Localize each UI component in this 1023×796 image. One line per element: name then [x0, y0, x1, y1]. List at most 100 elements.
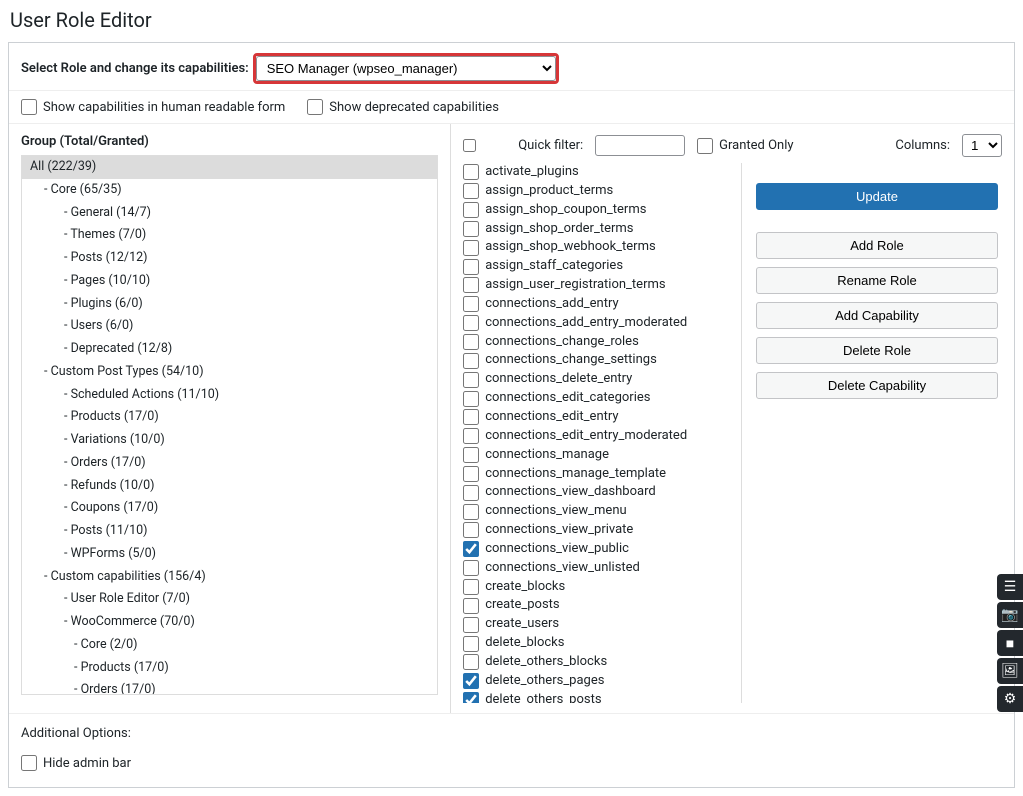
tree-item[interactable]: Users (6/0) — [22, 315, 437, 338]
tree-item[interactable]: Core (2/0) — [22, 634, 437, 657]
tree-item[interactable]: Orders (17/0) — [22, 452, 437, 475]
capability-checkbox[interactable] — [463, 447, 479, 463]
capability-item: assign_staff_categories — [463, 257, 735, 276]
tree-item[interactable]: Plugins (6/0) — [22, 293, 437, 316]
capability-checkbox[interactable] — [463, 504, 479, 520]
capability-item: connections_view_unlisted — [463, 559, 735, 578]
capability-checkbox[interactable] — [463, 353, 479, 369]
group-tree[interactable]: All (222/39)Core (65/35)General (14/7)Th… — [21, 155, 438, 695]
capability-label: assign_staff_categories — [485, 257, 623, 276]
deprecated-checkbox[interactable] — [307, 99, 323, 115]
capability-checkbox[interactable] — [463, 409, 479, 425]
tree-item[interactable]: General (14/7) — [22, 202, 437, 225]
role-select-row: Select Role and change its capabilities:… — [9, 43, 1014, 91]
tree-item[interactable]: Refunds (10/0) — [22, 475, 437, 498]
capability-checkbox[interactable] — [463, 522, 479, 538]
tree-item[interactable]: Variations (10/0) — [22, 429, 437, 452]
capability-checkbox[interactable] — [463, 485, 479, 501]
capability-checkbox[interactable] — [463, 183, 479, 199]
capability-checkbox[interactable] — [463, 654, 479, 670]
capability-item: connections_delete_entry — [463, 370, 735, 389]
capability-checkbox[interactable] — [463, 296, 479, 312]
capability-checkbox[interactable] — [463, 428, 479, 444]
capability-checkbox[interactable] — [463, 579, 479, 595]
capability-checkbox[interactable] — [463, 259, 479, 275]
groups-column: Group (Total/Granted) All (222/39)Core (… — [9, 124, 451, 713]
rename-role-button[interactable]: Rename Role — [756, 267, 998, 294]
capability-checkbox[interactable] — [463, 673, 479, 689]
tree-item[interactable]: Posts (11/10) — [22, 520, 437, 543]
human-readable-option[interactable]: Show capabilities in human readable form — [21, 99, 285, 115]
tree-item[interactable]: Themes (7/0) — [22, 224, 437, 247]
caps-actions-row: activate_pluginsassign_product_termsassi… — [463, 163, 1002, 703]
capability-checkbox[interactable] — [463, 315, 479, 331]
hide-admin-bar-option[interactable]: Hide admin bar — [21, 755, 131, 771]
capability-item: connections_edit_entry — [463, 408, 735, 427]
capability-checkbox[interactable] — [463, 560, 479, 576]
role-select-label: Select Role and change its capabilities: — [21, 61, 249, 76]
capability-checkbox[interactable] — [463, 277, 479, 293]
main-content: Group (Total/Granted) All (222/39)Core (… — [9, 124, 1014, 713]
deprecated-option[interactable]: Show deprecated capabilities — [307, 99, 499, 115]
tool-camera-icon[interactable]: 📷 — [997, 602, 1023, 628]
capability-checkbox[interactable] — [463, 240, 479, 256]
delete-capability-button[interactable]: Delete Capability — [756, 372, 998, 399]
capability-checkbox[interactable] — [463, 202, 479, 218]
capability-checkbox[interactable] — [463, 636, 479, 652]
update-button[interactable]: Update — [756, 183, 998, 210]
tree-item[interactable]: Coupons (17/0) — [22, 497, 437, 520]
capability-item: delete_others_pages — [463, 672, 735, 691]
delete-role-button[interactable]: Delete Role — [756, 337, 998, 364]
role-select-highlight: SEO Manager (wpseo_manager) — [253, 53, 559, 84]
tree-item[interactable]: Products (17/0) — [22, 657, 437, 680]
capability-checkbox[interactable] — [463, 466, 479, 482]
tree-item[interactable]: WooCommerce (70/0) — [22, 611, 437, 634]
capabilities-list[interactable]: activate_pluginsassign_product_termsassi… — [463, 163, 742, 703]
columns-select[interactable]: 1 — [962, 134, 1002, 157]
hide-admin-bar-checkbox[interactable] — [21, 755, 37, 771]
tree-item[interactable]: Custom capabilities (156/4) — [22, 566, 437, 589]
tool-video-icon[interactable]: ■ — [997, 630, 1023, 656]
tree-item[interactable]: Orders (17/0) — [22, 679, 437, 695]
human-readable-checkbox[interactable] — [21, 99, 37, 115]
capability-label: connections_manage_template — [485, 465, 666, 484]
capability-label: assign_product_terms — [485, 182, 613, 201]
tool-gear-icon[interactable]: ⚙ — [997, 686, 1023, 712]
capability-checkbox[interactable] — [463, 164, 479, 180]
granted-only-checkbox[interactable] — [697, 138, 713, 154]
tree-item[interactable]: Pages (10/10) — [22, 270, 437, 293]
tree-item[interactable]: Scheduled Actions (11/10) — [22, 384, 437, 407]
tree-item[interactable]: Products (17/0) — [22, 406, 437, 429]
tool-menu-icon[interactable]: ☰ — [997, 574, 1023, 600]
role-select[interactable]: SEO Manager (wpseo_manager) — [256, 56, 556, 81]
capability-checkbox[interactable] — [463, 372, 479, 388]
capability-checkbox[interactable] — [463, 391, 479, 407]
capability-item: connections_add_entry — [463, 295, 735, 314]
capability-label: create_posts — [485, 596, 559, 615]
additional-options: Additional Options: Hide admin bar — [9, 713, 1014, 787]
capability-item: connections_view_dashboard — [463, 483, 735, 502]
capability-checkbox[interactable] — [463, 692, 479, 703]
tree-item[interactable]: All (222/39) — [22, 156, 437, 179]
quick-filter-input[interactable] — [595, 135, 685, 156]
capability-checkbox[interactable] — [463, 541, 479, 557]
tree-item[interactable]: Deprecated (12/8) — [22, 338, 437, 361]
group-header: Group (Total/Granted) — [21, 134, 438, 149]
tool-gallery-icon[interactable]: 🖼 — [997, 658, 1023, 684]
capability-checkbox[interactable] — [463, 598, 479, 614]
tree-item[interactable]: WPForms (5/0) — [22, 543, 437, 566]
tree-item[interactable]: Posts (12/12) — [22, 247, 437, 270]
add-role-button[interactable]: Add Role — [756, 232, 998, 259]
select-all-checkbox[interactable] — [463, 139, 476, 152]
tree-item[interactable]: User Role Editor (7/0) — [22, 588, 437, 611]
capability-item: activate_plugins — [463, 163, 735, 182]
capability-checkbox[interactable] — [463, 334, 479, 350]
tree-item[interactable]: Core (65/35) — [22, 179, 437, 202]
capability-checkbox[interactable] — [463, 617, 479, 633]
granted-only-option[interactable]: Granted Only — [697, 138, 793, 154]
capability-checkbox[interactable] — [463, 221, 479, 237]
capability-item: connections_add_entry_moderated — [463, 314, 735, 333]
tree-item[interactable]: Custom Post Types (54/10) — [22, 361, 437, 384]
capability-label: connections_edit_entry — [485, 408, 618, 427]
add-capability-button[interactable]: Add Capability — [756, 302, 998, 329]
